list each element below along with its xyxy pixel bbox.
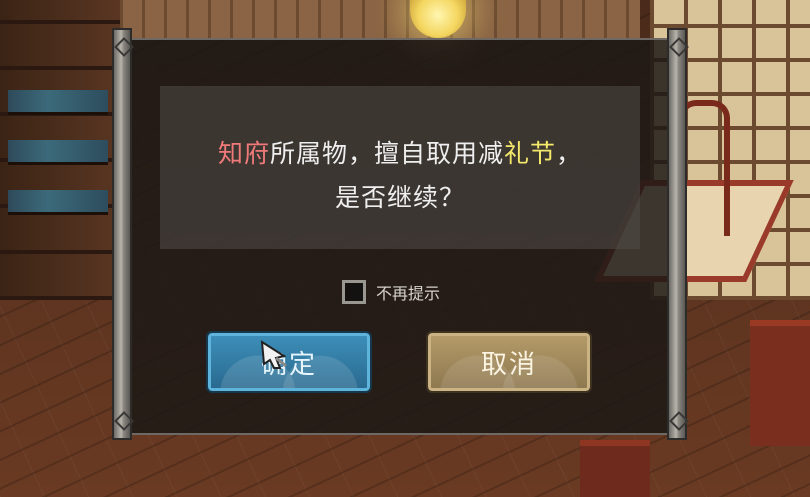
- dont-show-again-row[interactable]: 不再提示: [342, 278, 440, 306]
- scroll-rod-left: [112, 28, 132, 440]
- cancel-button[interactable]: 取消: [426, 331, 592, 393]
- brush-cursor-icon: [260, 340, 287, 369]
- message-highlight-etiquette: 礼节: [504, 139, 557, 168]
- confirm-dialog: 知府所属物，擅自取用减礼节， 是否继续？ 不再提示 确定 取消: [112, 28, 687, 443]
- message-line-2: 是否继续？: [334, 183, 465, 212]
- bookshelf-row: [8, 140, 108, 165]
- bookshelf-wall: [0, 0, 124, 300]
- message-line-1: 知府所属物，擅自取用减礼节，: [160, 134, 640, 170]
- message-box: 知府所属物，擅自取用减礼节， 是否继续？: [160, 86, 640, 249]
- message-text: 所属物，擅自取用减: [269, 139, 504, 168]
- bookshelf-row: [8, 90, 108, 115]
- scroll-rod-right: [667, 28, 687, 440]
- cancel-button-label: 取消: [480, 349, 537, 380]
- message-highlight-official: 知府: [217, 139, 270, 168]
- side-table: [750, 320, 810, 446]
- bottom-furniture: [580, 440, 650, 497]
- bookshelf-row: [8, 190, 108, 215]
- dont-show-again-label: 不再提示: [376, 284, 441, 303]
- dont-show-again-checkbox[interactable]: [342, 280, 366, 304]
- message-punctuation: ，: [556, 139, 583, 168]
